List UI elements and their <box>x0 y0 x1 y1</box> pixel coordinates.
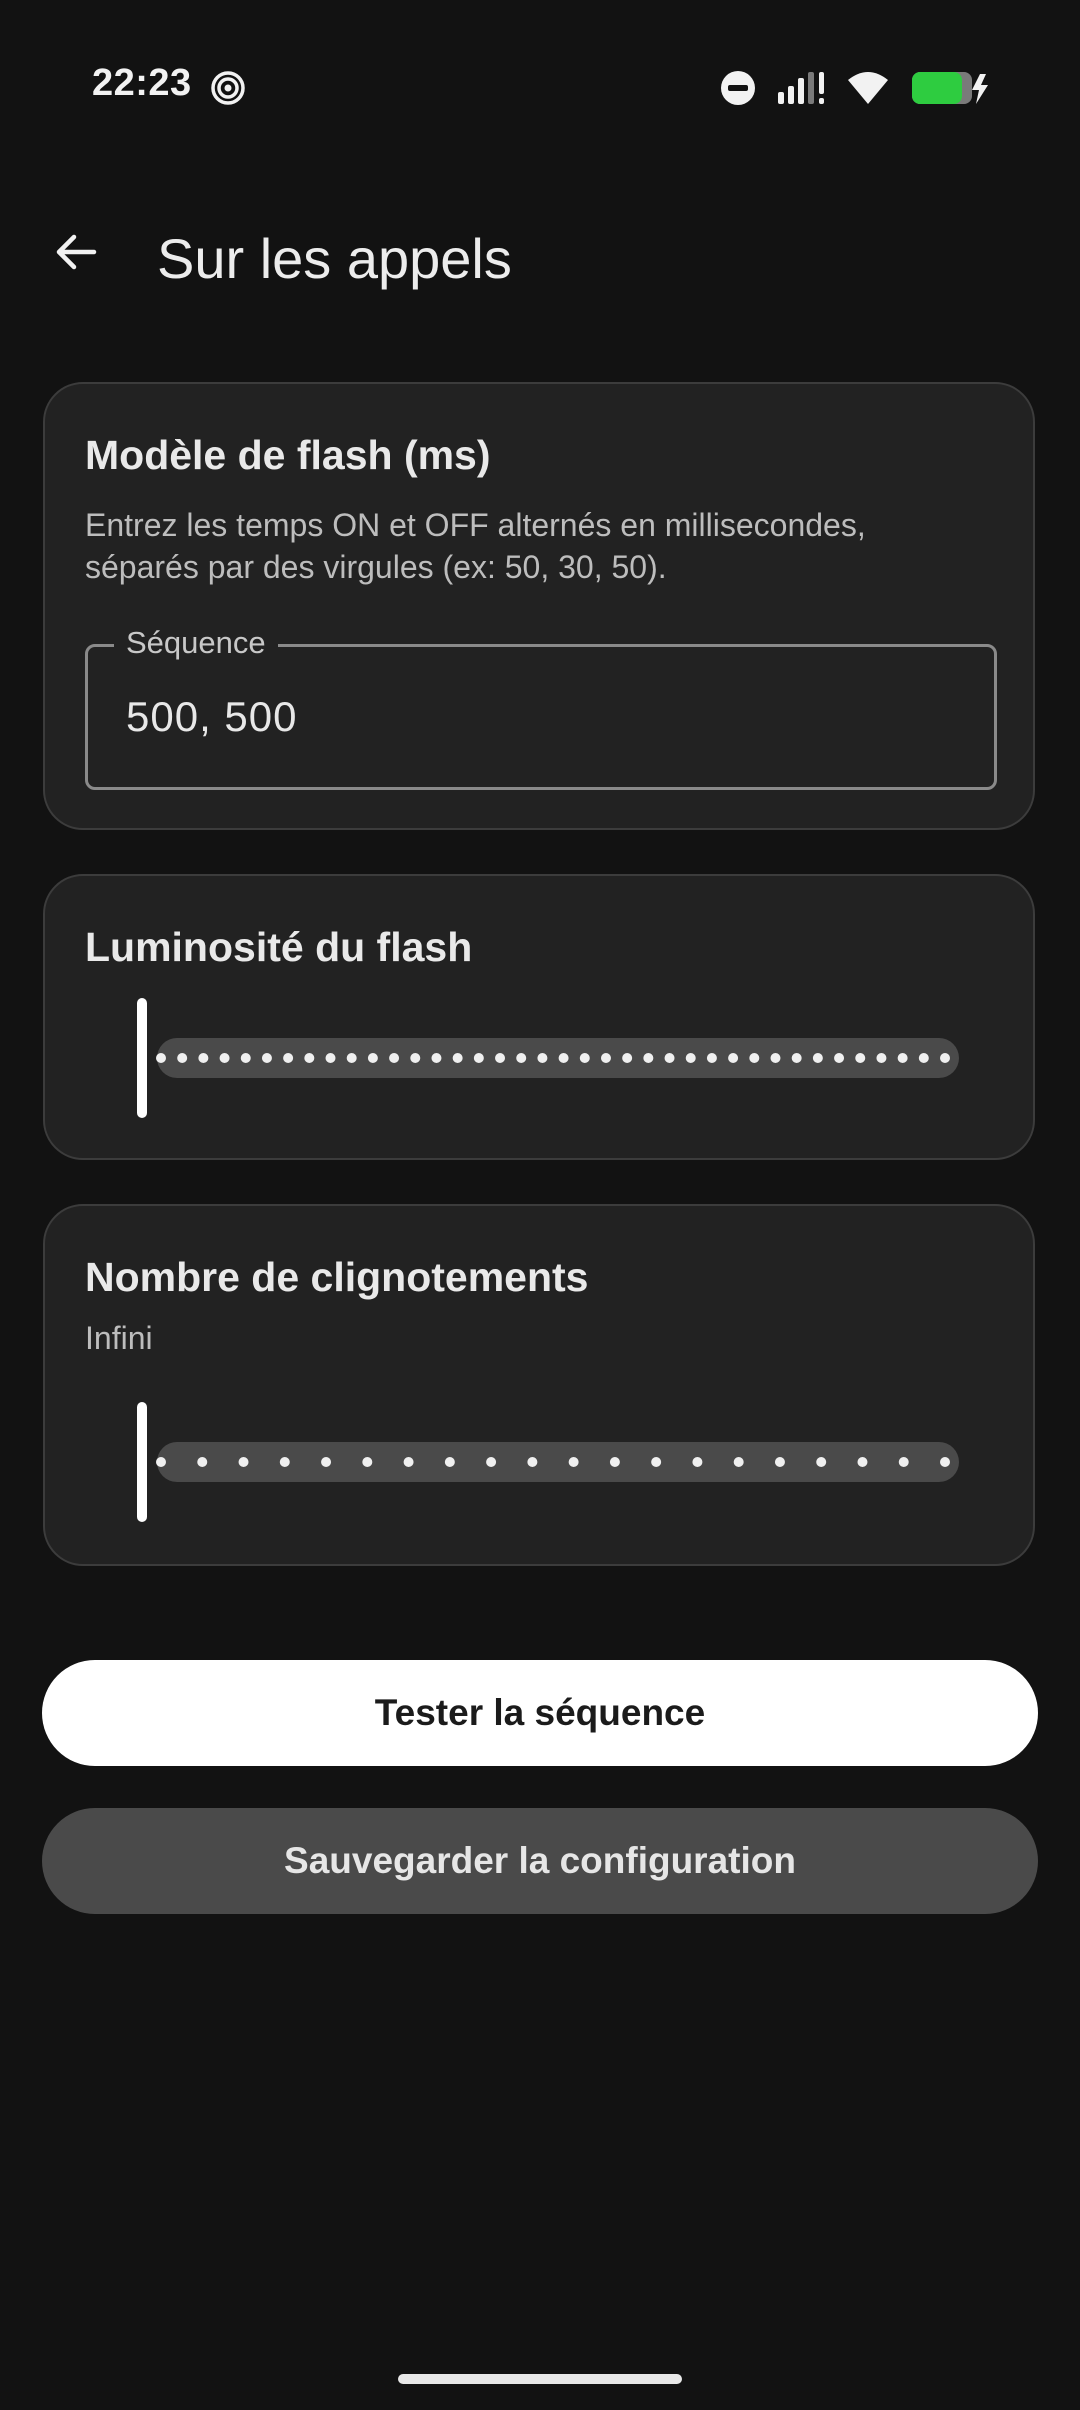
back-button[interactable] <box>40 218 112 290</box>
brightness-slider-tick <box>346 1053 357 1063</box>
flash-pattern-card: Modèle de flash (ms) Entrez les temps ON… <box>43 382 1035 830</box>
blink-count-slider-ticks <box>156 1457 950 1467</box>
sequence-input[interactable]: 500, 500 <box>126 693 298 741</box>
signal-icon <box>776 70 826 106</box>
brightness-slider-tick <box>855 1053 866 1063</box>
blink-count-slider-thumb[interactable] <box>137 1402 147 1522</box>
blink-count-slider-tick <box>444 1457 455 1467</box>
brightness-slider-tick <box>664 1053 675 1063</box>
brightness-slider-tick <box>876 1053 887 1063</box>
blink-count-value: Infini <box>85 1320 153 1356</box>
blink-count-slider-tick <box>733 1457 744 1467</box>
brightness-slider[interactable] <box>137 998 959 1118</box>
brightness-slider-tick <box>198 1053 209 1063</box>
brightness-slider-tick <box>897 1053 908 1063</box>
blink-count-slider-tick <box>651 1457 662 1467</box>
blink-count-slider-tick <box>527 1457 538 1467</box>
spiral-notification-icon <box>210 70 246 106</box>
brightness-slider-tick <box>643 1053 654 1063</box>
brightness-slider-tick <box>261 1053 272 1063</box>
blink-count-slider-tick <box>321 1457 332 1467</box>
blink-count-slider-tick <box>816 1457 827 1467</box>
brightness-slider-tick <box>452 1053 463 1063</box>
brightness-slider-tick <box>600 1053 611 1063</box>
brightness-slider-tick <box>177 1053 188 1063</box>
brightness-slider-tick <box>219 1053 230 1063</box>
blink-count-slider[interactable] <box>137 1402 959 1522</box>
blink-count-slider-tick <box>568 1457 579 1467</box>
do-not-disturb-icon <box>720 70 756 106</box>
blink-count-slider-tick <box>279 1457 290 1467</box>
brightness-slider-tick <box>325 1053 336 1063</box>
brightness-slider-thumb[interactable] <box>137 998 147 1118</box>
sequence-field-label: Séquence <box>114 623 278 663</box>
blink-count-slider-tick <box>403 1457 414 1467</box>
flash-pattern-description: Entrez les temps ON et OFF alternés en m… <box>85 507 866 585</box>
brightness-card: Luminosité du flash <box>43 874 1035 1160</box>
brightness-slider-tick <box>473 1053 484 1063</box>
brightness-slider-tick <box>240 1053 251 1063</box>
arrow-back-icon <box>52 228 100 281</box>
brightness-slider-tick <box>622 1053 633 1063</box>
page-title: Sur les appels <box>157 227 512 290</box>
brightness-slider-tick <box>283 1053 294 1063</box>
brightness-title: Luminosité du flash <box>85 924 473 970</box>
blink-count-slider-tick <box>156 1457 166 1467</box>
blink-count-slider-tick <box>362 1457 373 1467</box>
home-indicator[interactable] <box>398 2374 682 2384</box>
brightness-slider-tick <box>940 1053 950 1063</box>
brightness-slider-tick <box>495 1053 506 1063</box>
sequence-field[interactable]: Séquence 500, 500 <box>85 623 997 790</box>
brightness-slider-tick <box>389 1053 400 1063</box>
blink-count-slider-tick <box>197 1457 208 1467</box>
brightness-slider-tick <box>367 1053 378 1063</box>
wifi-icon <box>846 70 890 106</box>
status-bar: 22:23 <box>0 0 1080 170</box>
brightness-slider-tick <box>304 1053 315 1063</box>
brightness-slider-tick <box>918 1053 929 1063</box>
blink-count-slider-tick <box>940 1457 950 1467</box>
blink-count-slider-tick <box>692 1457 703 1467</box>
brightness-slider-tick <box>579 1053 590 1063</box>
blink-count-title: Nombre de clignotements <box>85 1254 589 1300</box>
brightness-slider-tick <box>706 1053 717 1063</box>
flash-pattern-title: Modèle de flash (ms) <box>85 432 491 478</box>
status-icons <box>720 66 990 110</box>
brightness-slider-tick <box>431 1053 442 1063</box>
save-configuration-button[interactable]: Sauvegarder la configuration <box>42 1808 1038 1914</box>
brightness-slider-tick <box>685 1053 696 1063</box>
brightness-slider-tick <box>537 1053 548 1063</box>
brightness-slider-tick <box>834 1053 845 1063</box>
brightness-slider-tick <box>516 1053 527 1063</box>
status-time: 22:23 <box>92 62 192 104</box>
brightness-slider-ticks <box>156 1053 950 1063</box>
blink-count-slider-tick <box>486 1457 497 1467</box>
blink-count-slider-tick <box>857 1457 868 1467</box>
brightness-slider-tick <box>791 1053 802 1063</box>
battery-charging-icon <box>910 70 990 106</box>
brightness-slider-tick <box>812 1053 823 1063</box>
brightness-slider-tick <box>410 1053 421 1063</box>
brightness-slider-tick <box>749 1053 760 1063</box>
brightness-slider-tick <box>156 1053 166 1063</box>
brightness-slider-tick <box>728 1053 739 1063</box>
brightness-slider-tick <box>770 1053 781 1063</box>
blink-count-card: Nombre de clignotements Infini <box>43 1204 1035 1566</box>
blink-count-slider-tick <box>774 1457 785 1467</box>
test-sequence-button[interactable]: Tester la séquence <box>42 1660 1038 1766</box>
brightness-slider-tick <box>558 1053 569 1063</box>
blink-count-slider-tick <box>609 1457 620 1467</box>
blink-count-slider-tick <box>238 1457 249 1467</box>
blink-count-slider-tick <box>898 1457 909 1467</box>
